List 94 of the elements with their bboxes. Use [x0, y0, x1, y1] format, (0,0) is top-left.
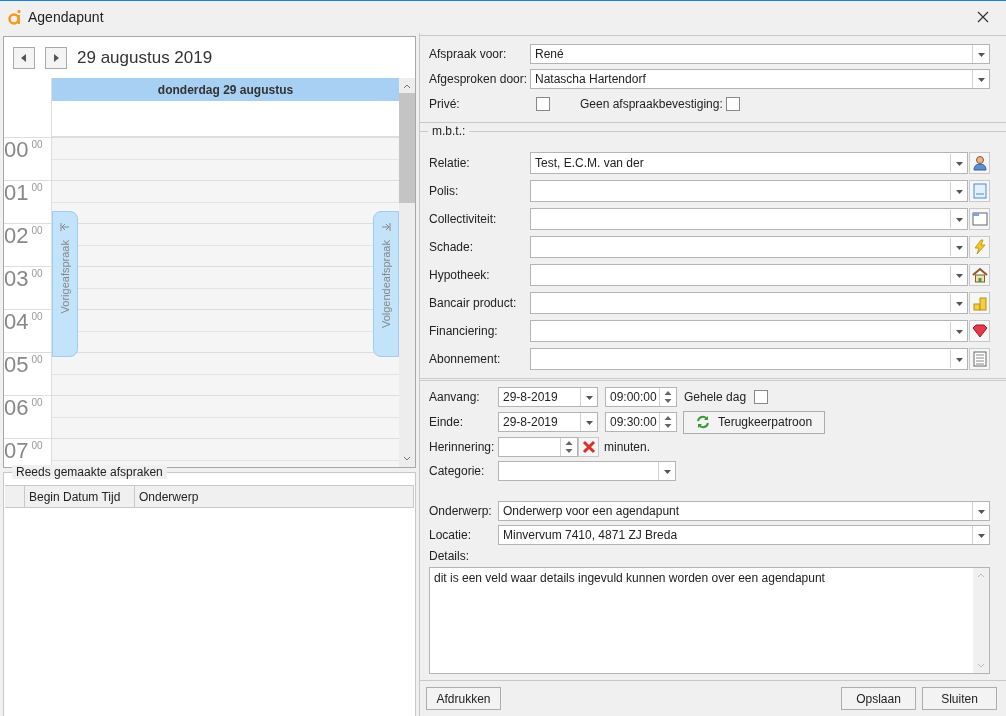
field-label: Afspraak voor:	[429, 47, 508, 61]
group-title: m.b.t.:	[428, 124, 470, 138]
field-label: Details:	[429, 549, 470, 563]
list-icon	[972, 351, 987, 367]
hour-label: 03	[4, 267, 29, 291]
column-header[interactable]: Begin Datum Tijd	[25, 486, 135, 507]
scroll-down-icon[interactable]	[403, 456, 411, 462]
minute-label: 00	[31, 396, 43, 410]
field-label: Bancair product:	[429, 296, 518, 310]
field-label: Relatie:	[429, 156, 471, 170]
lookup-button[interactable]	[969, 264, 990, 286]
field-label: Categorie:	[429, 464, 486, 478]
next-day-button[interactable]	[45, 46, 67, 69]
dropdown-field[interactable]: Test, E.C.M. van der	[530, 152, 968, 174]
clear-button[interactable]	[578, 437, 599, 457]
minute-label: 00	[31, 310, 43, 324]
close-icon	[977, 11, 989, 23]
hour-label: 04	[4, 310, 29, 334]
lookup-button[interactable]	[969, 320, 990, 342]
dropdown-field[interactable]	[498, 461, 676, 481]
dropdown-field[interactable]	[530, 292, 968, 314]
gem-icon	[971, 324, 988, 338]
calendar-date-title: 29 augustus 2019	[77, 47, 213, 68]
coins-icon	[971, 295, 988, 311]
document-icon	[972, 183, 987, 199]
previous-day-button[interactable]	[13, 46, 35, 69]
person-icon	[971, 155, 988, 171]
day-header: donderdag 29 augustus	[52, 78, 399, 101]
field-label: Einde:	[429, 415, 465, 429]
field-label: Hypotheek:	[429, 268, 491, 282]
dropdown-field[interactable]: Onderwerp voor een agendapunt	[498, 501, 990, 521]
hour-label: 06	[4, 396, 29, 420]
time-field[interactable]: 09:30:00	[605, 412, 677, 432]
triangle-right-icon	[52, 52, 60, 63]
field-label: Collectiviteit:	[429, 212, 498, 226]
refresh-arrows-icon	[696, 415, 710, 429]
window-icon	[971, 212, 988, 226]
triangle-left-icon	[20, 52, 28, 63]
minute-label: 00	[31, 138, 43, 152]
lightning-icon	[971, 239, 988, 255]
date-field[interactable]: 29-8-2019	[498, 387, 598, 407]
field-label: Abonnement:	[429, 352, 502, 366]
field-label: Privé:	[429, 97, 461, 111]
cross-icon	[581, 440, 596, 454]
hour-label: 07	[4, 439, 29, 463]
lookup-button[interactable]	[969, 152, 990, 174]
checkbox[interactable]	[536, 97, 550, 111]
checkbox[interactable]	[726, 97, 740, 111]
checkbox[interactable]	[754, 390, 768, 404]
hour-label: 01	[4, 181, 29, 205]
dropdown-field[interactable]	[530, 264, 968, 286]
field-label: Schade:	[429, 240, 475, 254]
field-label: Gehele dag	[684, 390, 748, 404]
field-label: Herinnering:	[429, 440, 496, 454]
action-button[interactable]: Opslaan	[841, 687, 916, 710]
date-field[interactable]: 29-8-2019	[498, 412, 598, 432]
dropdown-field[interactable]: Minvervum 7410, 4871 ZJ Breda	[498, 525, 990, 545]
group-title: Reeds gemaakte afspraken	[12, 465, 167, 479]
field-label: Aanvang:	[429, 390, 481, 404]
field-label: Polis:	[429, 184, 460, 198]
action-button[interactable]: Sluiten	[922, 687, 997, 710]
window-title: Agendapunt	[28, 9, 105, 25]
column-header[interactable]: Onderwerp	[135, 486, 414, 507]
field-label: Afgesproken door:	[429, 72, 529, 86]
hour-label: 05	[4, 353, 29, 377]
time-field[interactable]: 09:00:00	[605, 387, 677, 407]
minute-label: 00	[31, 353, 43, 367]
field-label: Locatie:	[429, 528, 473, 542]
dropdown-field[interactable]: René	[530, 44, 990, 64]
dropdown-field[interactable]: Natascha Hartendorf	[530, 69, 990, 89]
arrow-to-right-icon	[381, 222, 391, 232]
field-label: Geen afspraakbevestiging:	[580, 97, 724, 111]
recurrence-button[interactable]: Terugkeerpatroon	[683, 410, 826, 434]
dropdown-field[interactable]	[530, 320, 968, 342]
house-icon	[971, 267, 988, 283]
arrow-to-left-icon	[60, 222, 70, 232]
minute-label: 00	[31, 224, 43, 238]
hour-label: 00	[4, 138, 29, 162]
dropdown-field[interactable]	[530, 236, 968, 258]
print-button[interactable]: Afdrukken	[426, 687, 501, 710]
field-label: Onderwerp:	[429, 504, 493, 518]
dropdown-field[interactable]	[530, 180, 968, 202]
dropdown-field[interactable]	[530, 208, 968, 230]
minute-label: 00	[31, 439, 43, 453]
minute-label: 00	[31, 267, 43, 281]
unit-label: minuten.	[604, 440, 652, 454]
dropdown-field[interactable]	[530, 348, 968, 370]
hour-label: 02	[4, 224, 29, 248]
reminder-field[interactable]	[498, 437, 578, 457]
scroll-up-icon[interactable]	[403, 83, 411, 89]
field-label: Financiering:	[429, 324, 499, 338]
minute-label: 00	[31, 181, 43, 195]
app-logo-icon	[8, 9, 22, 25]
scrollbar[interactable]	[399, 78, 415, 467]
